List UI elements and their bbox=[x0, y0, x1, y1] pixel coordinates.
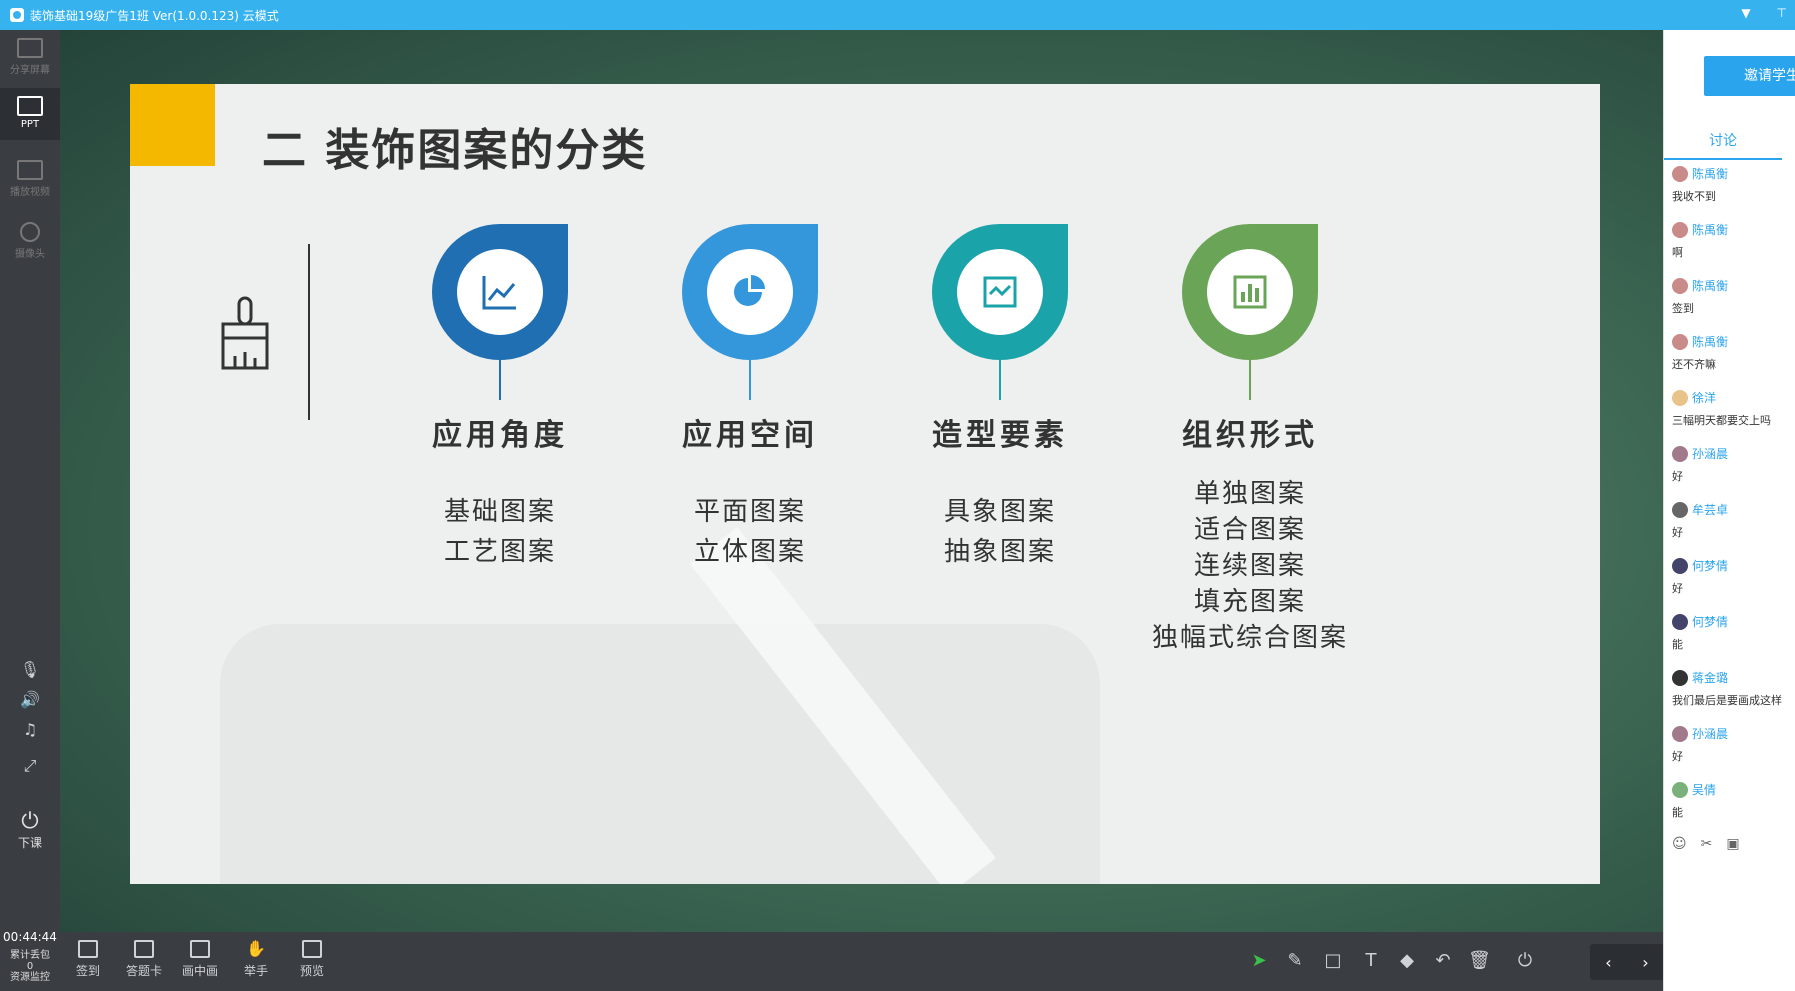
ppt-icon bbox=[17, 96, 43, 116]
bottom-toolbar: 签到 答题卡 画中画 ✋ 举手 预览 ➤ ✎ □ T ◆ ↶ 🗑 ⏻ ‹ › bbox=[60, 932, 1664, 991]
window-title: 装饰基础19级广告1班 Ver(1.0.0.123) 云模式 bbox=[30, 8, 279, 23]
avatar bbox=[1672, 221, 1688, 238]
power-icon: ⏻ bbox=[21, 809, 39, 834]
share-screen-button[interactable]: 分享屏幕 bbox=[0, 38, 60, 76]
avatar bbox=[1672, 725, 1688, 742]
picture-in-picture-icon bbox=[190, 940, 210, 958]
category-heading: 组织形式 bbox=[1182, 418, 1318, 453]
avatar bbox=[1672, 277, 1688, 294]
play-video-icon bbox=[17, 160, 43, 180]
undo-icon[interactable]: ↶ bbox=[1432, 950, 1454, 972]
badge-stem bbox=[749, 360, 751, 400]
chat-message: 孙涵晨 好 bbox=[1672, 725, 1729, 763]
pen-tool-icon[interactable]: ✎ bbox=[1284, 950, 1306, 972]
music-icon[interactable]: ♫ bbox=[18, 720, 42, 740]
packet-loss: 累计丢包 0 资源监控 bbox=[10, 950, 50, 983]
chat-message: 孙涵晨 好 bbox=[1672, 445, 1729, 483]
scissors-icon[interactable]: ✂ bbox=[1701, 836, 1713, 852]
category-badge bbox=[432, 224, 568, 360]
category-items: 单独图案 适合图案 连续图案 填充图案 独幅式综合图案 bbox=[1151, 479, 1348, 653]
trash-icon[interactable]: 🗑 bbox=[1468, 950, 1491, 972]
ppt-slide: 二 装饰图案的分类 应用角度 基础图案 工艺图案 应用空间 平面图案 立体图案 … bbox=[130, 84, 1600, 884]
speaker-icon[interactable]: 🔊 bbox=[18, 690, 42, 710]
prev-slide-icon[interactable]: ‹ bbox=[1605, 953, 1611, 972]
microphone-icon[interactable]: 🎙 bbox=[18, 660, 42, 680]
ppt-button[interactable]: PPT bbox=[0, 88, 60, 140]
tab-discussion[interactable]: 讨论 bbox=[1664, 130, 1782, 160]
line-chart-icon bbox=[482, 276, 516, 310]
chat-message: 何梦倩 好 bbox=[1672, 557, 1729, 595]
eraser-tool-icon[interactable]: ◆ bbox=[1396, 950, 1418, 972]
chat-message: 蒋金璐 我们最后是要画成这样 bbox=[1672, 669, 1782, 707]
avatar bbox=[1672, 557, 1688, 574]
camera-button[interactable]: 摄像头 bbox=[0, 222, 60, 260]
camera-icon bbox=[20, 222, 40, 242]
category-badge bbox=[1182, 224, 1318, 360]
chat-message: 陈禹衡 还不齐嘛 bbox=[1672, 333, 1729, 371]
title-accent-block bbox=[130, 84, 215, 166]
pointer-tool-icon[interactable]: ➤ bbox=[1248, 950, 1270, 972]
chat-message: 吴倩 能 bbox=[1672, 781, 1717, 819]
avatar bbox=[1672, 501, 1688, 518]
chat-message: 徐洋 三幅明天都要交上吗 bbox=[1672, 389, 1771, 427]
app-logo-icon bbox=[10, 8, 24, 22]
badge-stem bbox=[999, 360, 1001, 400]
pie-chart-icon bbox=[734, 275, 765, 306]
avatar bbox=[1672, 445, 1688, 462]
category-badge bbox=[932, 224, 1068, 360]
category-organization-form: 组织形式 单独图案 适合图案 连续图案 填充图案 独幅式综合图案 bbox=[1100, 224, 1400, 656]
end-class-button[interactable]: ⏻ 下课 bbox=[0, 810, 60, 851]
power-icon[interactable]: ⏻ bbox=[1514, 950, 1536, 972]
window-controls: ▼ ⊤ bbox=[1741, 6, 1787, 20]
calendar-check-icon bbox=[78, 940, 98, 958]
chat-message: 陈禹衡 签到 bbox=[1672, 277, 1729, 315]
sign-in-button[interactable]: 签到 bbox=[60, 940, 116, 979]
share-screen-icon bbox=[17, 38, 43, 58]
picture-in-picture-button[interactable]: 画中画 bbox=[172, 940, 228, 979]
answer-card-button[interactable]: 答题卡 bbox=[116, 940, 172, 979]
chat-input-tools: ☺ ✂ ▣ bbox=[1672, 836, 1740, 852]
presentation-stage: 二 装饰图案的分类 应用角度 基础图案 工艺图案 应用空间 平面图案 立体图案 … bbox=[60, 30, 1663, 932]
avatar bbox=[1672, 165, 1688, 182]
preview-button[interactable]: 预览 bbox=[284, 940, 340, 979]
avatar bbox=[1672, 781, 1688, 798]
category-badge bbox=[682, 224, 818, 360]
badge-stem bbox=[499, 360, 501, 400]
title-bar: 装饰基础19级广告1班 Ver(1.0.0.123) 云模式 ▼ ⊤ bbox=[0, 0, 1795, 30]
fullscreen-icon[interactable]: ⤢ bbox=[18, 756, 42, 776]
dropdown-icon[interactable]: ▼ bbox=[1741, 6, 1750, 20]
pin-icon[interactable]: ⊤ bbox=[1777, 6, 1787, 20]
text-tool-icon[interactable]: T bbox=[1360, 950, 1382, 972]
waveform-chart-icon bbox=[983, 276, 1017, 308]
chat-message: 陈禹衡 我收不到 bbox=[1672, 165, 1729, 203]
class-timer: 00:44:44 bbox=[3, 930, 57, 944]
hand-icon: ✋ bbox=[246, 939, 266, 958]
left-toolbar: 分享屏幕 PPT 播放视频 摄像头 🎙 🔊 ♫ ⤢ ⏻ 下课 00:44:44 … bbox=[0, 30, 60, 991]
preview-icon bbox=[302, 940, 322, 958]
raise-hand-button[interactable]: ✋ 举手 bbox=[228, 940, 284, 979]
next-slide-icon[interactable]: › bbox=[1642, 953, 1648, 972]
chat-message: 陈禹衡 啊 bbox=[1672, 221, 1729, 259]
bar-chart-icon bbox=[1233, 275, 1267, 309]
chat-message: 何梦倩 能 bbox=[1672, 613, 1729, 651]
paintbrush-icon bbox=[221, 296, 269, 370]
answer-card-icon bbox=[134, 940, 154, 958]
emoji-icon[interactable]: ☺ bbox=[1672, 836, 1687, 852]
divider-line bbox=[308, 244, 310, 420]
avatar bbox=[1672, 613, 1688, 630]
badge-stem bbox=[1249, 360, 1251, 400]
avatar bbox=[1672, 669, 1688, 686]
avatar bbox=[1672, 389, 1688, 406]
invite-students-button[interactable]: 邀请学生 bbox=[1704, 56, 1795, 96]
discussion-panel: 邀请学生 讨论 陈禹衡 我收不到 陈禹衡 啊 陈禹衡 签到 陈禹衡 还不齐嘛 徐… bbox=[1663, 30, 1795, 991]
shape-tool-icon[interactable]: □ bbox=[1322, 950, 1344, 972]
slide-navigation: ‹ › bbox=[1590, 944, 1664, 980]
avatar bbox=[1672, 333, 1688, 350]
play-video-button[interactable]: 播放视频 bbox=[0, 160, 60, 198]
chat-message: 牟芸卓 好 bbox=[1672, 501, 1729, 539]
slide-title: 二 装饰图案的分类 bbox=[262, 125, 648, 176]
image-icon[interactable]: ▣ bbox=[1726, 836, 1739, 852]
